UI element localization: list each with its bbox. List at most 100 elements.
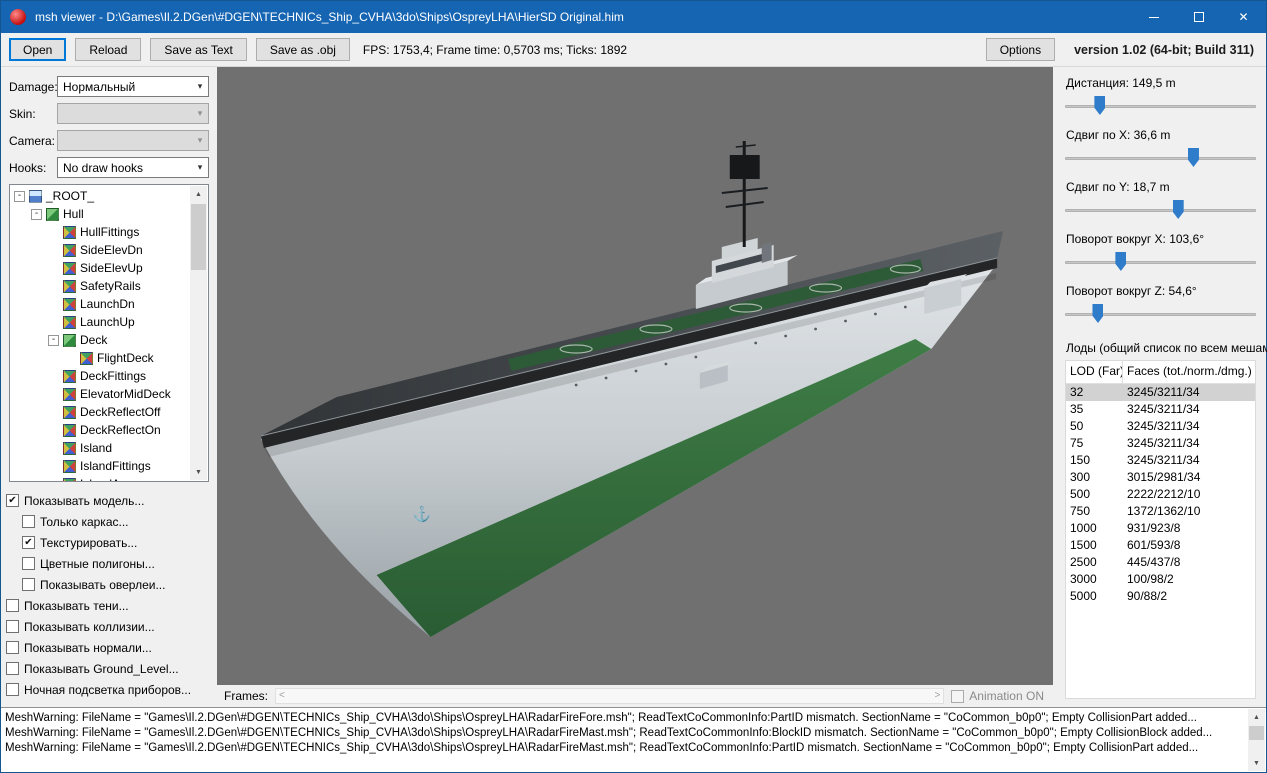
lod-row[interactable]: 3003015/2981/34: [1066, 469, 1255, 486]
lod-row[interactable]: 1000931/923/8: [1066, 520, 1255, 537]
checkbox-icon[interactable]: [6, 683, 19, 696]
display-option[interactable]: Показывать нормали...: [6, 637, 215, 658]
checkbox-icon[interactable]: [6, 662, 19, 675]
tree-item-Deck[interactable]: -Deck: [12, 331, 190, 349]
faces-column-header[interactable]: Faces (tot./norm./dmg.): [1123, 361, 1255, 383]
left-panel: Damage: Нормальный ▾ Skin: ▾ Camera: ▾: [1, 67, 217, 707]
display-option[interactable]: Только каркас...: [22, 511, 215, 532]
viewport-3d[interactable]: ⚓: [217, 67, 1053, 685]
checkbox-icon[interactable]: [22, 557, 35, 570]
lod-row[interactable]: 503245/3211/34: [1066, 418, 1255, 435]
lod-row[interactable]: 7501372/1362/10: [1066, 503, 1255, 520]
display-option[interactable]: ✔Текстурировать...: [22, 532, 215, 553]
toolbar: Open Reload Save as Text Save as .obj FP…: [1, 33, 1266, 67]
scroll-right-icon[interactable]: >: [934, 691, 940, 701]
display-option[interactable]: Показывать тени...: [6, 595, 215, 616]
frames-scrollbar[interactable]: < >: [275, 688, 944, 704]
scroll-down-icon[interactable]: ▼: [1248, 755, 1265, 771]
slider-thumb[interactable]: [1188, 148, 1199, 167]
tree-item-HullFittings[interactable]: HullFittings: [12, 223, 190, 241]
tree-expander-icon[interactable]: -: [14, 191, 25, 202]
scroll-thumb[interactable]: [191, 204, 206, 270]
checkbox-icon[interactable]: [6, 599, 19, 612]
checkbox-icon[interactable]: [6, 641, 19, 654]
tree-item-LaunchUp[interactable]: LaunchUp: [12, 313, 190, 331]
save-as-obj-button[interactable]: Save as .obj: [256, 38, 350, 61]
tree-item-Hull[interactable]: -Hull: [12, 205, 190, 223]
slider-thumb[interactable]: [1115, 252, 1126, 271]
display-option[interactable]: Цветные полигоны...: [22, 553, 215, 574]
reload-button[interactable]: Reload: [75, 38, 141, 61]
maximize-button[interactable]: [1176, 1, 1221, 33]
lod-row[interactable]: 2500445/437/8: [1066, 554, 1255, 571]
tree-item-DeckReflectOff[interactable]: DeckReflectOff: [12, 403, 190, 421]
lod-column-header[interactable]: LOD (Far): [1066, 361, 1123, 383]
open-button[interactable]: Open: [9, 38, 66, 61]
tree-scrollbar[interactable]: ▲ ▼: [190, 186, 207, 480]
slider-thumb[interactable]: [1092, 304, 1103, 323]
animation-on-checkbox[interactable]: Animation ON: [951, 689, 1044, 703]
checkbox-icon[interactable]: ✔: [22, 536, 35, 549]
ship-model: ⚓: [217, 67, 1053, 685]
minimize-button[interactable]: [1131, 1, 1176, 33]
lod-row[interactable]: 3000100/98/2: [1066, 571, 1255, 588]
tree-expander-icon[interactable]: -: [31, 209, 42, 220]
lod-row[interactable]: 753245/3211/34: [1066, 435, 1255, 452]
titlebar[interactable]: msh viewer - D:\Games\Il.2.DGen\#DGEN\TE…: [1, 1, 1266, 33]
scroll-down-icon[interactable]: ▼: [190, 464, 207, 480]
display-option[interactable]: Ночная подсветка приборов...: [6, 679, 215, 700]
checkbox-icon[interactable]: [6, 620, 19, 633]
tree-item-SideElevUp[interactable]: SideElevUp: [12, 259, 190, 277]
tree-item-label: SideElevDn: [80, 243, 143, 257]
tree-item-IslandFittings[interactable]: IslandFittings: [12, 457, 190, 475]
scroll-up-icon[interactable]: ▲: [190, 186, 207, 202]
sliders: Дистанция: 149,5 mСдвиг по X: 36,6 mСдви…: [1065, 74, 1256, 336]
slider-thumb[interactable]: [1094, 96, 1105, 115]
tree-item-label: IslandArray: [80, 477, 141, 482]
slider-group: Поворот вокруг Z: 54,6°: [1065, 284, 1256, 325]
lod-row[interactable]: 5002222/2212/10: [1066, 486, 1255, 503]
slider[interactable]: [1065, 200, 1256, 221]
tree-item-ElevatorMidDeck[interactable]: ElevatorMidDeck: [12, 385, 190, 403]
lod-row[interactable]: 1500601/593/8: [1066, 537, 1255, 554]
tree-item-SafetyRails[interactable]: SafetyRails: [12, 277, 190, 295]
tree-item-FlightDeck[interactable]: FlightDeck: [12, 349, 190, 367]
tree-item-Island[interactable]: Island: [12, 439, 190, 457]
tree-expander-icon[interactable]: -: [48, 335, 59, 346]
scroll-up-icon[interactable]: ▲: [1248, 709, 1265, 725]
scroll-left-icon[interactable]: <: [279, 691, 285, 701]
slider[interactable]: [1065, 148, 1256, 169]
tree-item-SideElevDn[interactable]: SideElevDn: [12, 241, 190, 259]
anchor-mark: ⚓: [413, 505, 432, 523]
slider[interactable]: [1065, 304, 1256, 325]
tree-item-DeckReflectOn[interactable]: DeckReflectOn: [12, 421, 190, 439]
lod-row[interactable]: 1503245/3211/34: [1066, 452, 1255, 469]
scroll-thumb[interactable]: [1249, 726, 1264, 740]
tree-item-IslandArray[interactable]: IslandArray: [12, 475, 190, 482]
tree-item-DeckFittings[interactable]: DeckFittings: [12, 367, 190, 385]
display-option[interactable]: Показывать оверлеи...: [22, 574, 215, 595]
close-button[interactable]: ✕: [1221, 1, 1266, 33]
lod-row[interactable]: 353245/3211/34: [1066, 401, 1255, 418]
checkbox-icon[interactable]: [22, 515, 35, 528]
save-as-text-button[interactable]: Save as Text: [150, 38, 246, 61]
slider-thumb[interactable]: [1173, 200, 1184, 219]
options-button[interactable]: Options: [986, 38, 1055, 61]
hooks-select[interactable]: No draw hooks ▾: [57, 157, 209, 178]
faces-value: 931/923/8: [1123, 520, 1255, 537]
display-option[interactable]: Показывать Ground_Level...: [6, 658, 215, 679]
log-scrollbar[interactable]: ▲ ▼: [1248, 709, 1265, 771]
tree-item-LaunchDn[interactable]: LaunchDn: [12, 295, 190, 313]
slider[interactable]: [1065, 96, 1256, 117]
checkbox-icon[interactable]: ✔: [6, 494, 19, 507]
lod-row[interactable]: 500090/88/2: [1066, 588, 1255, 605]
lod-row[interactable]: 323245/3211/34: [1066, 384, 1255, 401]
damage-select[interactable]: Нормальный ▾: [57, 76, 209, 97]
display-option[interactable]: Показывать коллизии...: [6, 616, 215, 637]
tree-item-_ROOT_[interactable]: -_ROOT_: [12, 187, 190, 205]
checkbox-icon[interactable]: [951, 690, 964, 703]
display-option[interactable]: ✔Показывать модель...: [6, 490, 215, 511]
slider[interactable]: [1065, 252, 1256, 273]
checkbox-icon[interactable]: [22, 578, 35, 591]
mesh-tree[interactable]: -_ROOT_-HullHullFittings SideElevDn SideEl…: [9, 184, 209, 482]
